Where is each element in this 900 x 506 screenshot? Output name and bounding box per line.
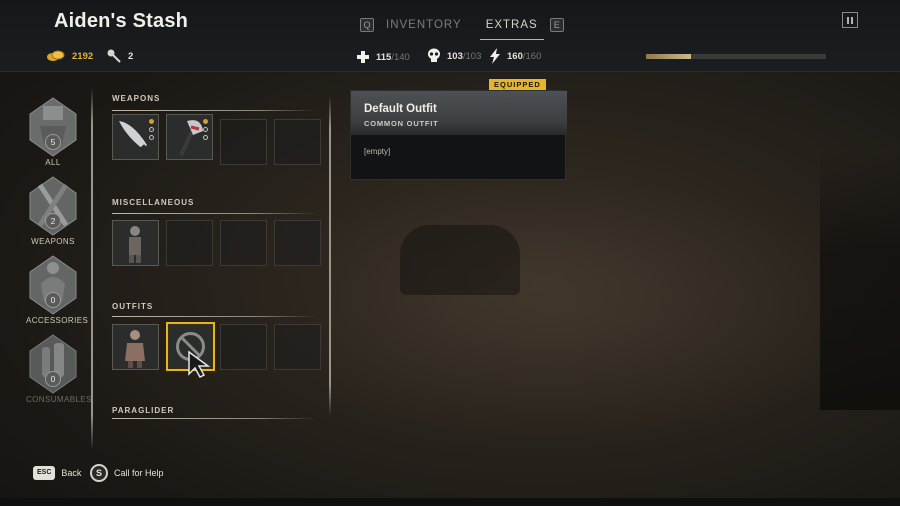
empty-slot[interactable] xyxy=(220,220,267,266)
outfit-character-icon xyxy=(125,330,145,368)
grid-scrollbar[interactable] xyxy=(329,96,331,416)
background-vehicle-silhouette xyxy=(400,225,520,295)
page-title: Aiden's Stash xyxy=(54,10,189,32)
empty-slot[interactable] xyxy=(220,324,267,370)
item-detail-title: Default Outfit xyxy=(364,103,437,115)
empty-slot[interactable] xyxy=(166,220,213,266)
gold-value: 2192 xyxy=(72,50,94,62)
immunity-stat: 103/103 xyxy=(427,48,481,64)
stamina-max: /160 xyxy=(522,50,542,62)
stamina-stat: 160/160 xyxy=(489,48,541,64)
health-cross-icon xyxy=(357,51,369,63)
empty-slot[interactable] xyxy=(274,220,321,266)
weapon-mod-slots xyxy=(203,119,208,140)
item-detail-description: [empty] xyxy=(364,147,391,156)
category-weapons-count: 2 xyxy=(45,213,61,229)
experience-bar xyxy=(646,54,826,59)
section-paraglider-divider xyxy=(112,418,317,419)
gold-stat: 2192 xyxy=(46,50,93,62)
weapon-mod-slots xyxy=(149,119,154,140)
s-key-icon: S xyxy=(90,464,108,482)
empty-slot[interactable] xyxy=(274,324,321,370)
pause-icon-bar-left xyxy=(847,16,849,24)
mouse-cursor-icon xyxy=(188,350,211,378)
esc-key-icon: ESC xyxy=(33,466,56,480)
category-weapons-label: WEAPONS xyxy=(31,237,75,246)
section-paraglider-title: PARAGLIDER xyxy=(112,406,175,415)
category-weapons-emblem: 2 xyxy=(26,175,80,237)
category-all[interactable]: 5 ALL xyxy=(26,96,80,167)
outfit-slot-default[interactable] xyxy=(112,324,159,370)
tab-next-key[interactable]: E xyxy=(549,18,564,32)
tab-inventory[interactable]: INVENTORY xyxy=(374,19,474,31)
section-weapons-divider xyxy=(112,110,317,111)
category-consumables-emblem: 0 xyxy=(26,333,80,395)
back-hint[interactable]: ESC Back xyxy=(33,466,81,480)
section-misc-title: MISCELLANEOUS xyxy=(112,198,195,207)
pause-button[interactable] xyxy=(842,12,858,28)
health-value: 115 xyxy=(376,51,392,63)
section-weapons-title: WEAPONS xyxy=(112,94,161,103)
top-bar: Aiden's Stash Q INVENTORY EXTRAS E 2192 … xyxy=(0,0,900,72)
gold-coins-icon xyxy=(47,50,65,61)
background-tree-silhouette xyxy=(820,150,900,410)
category-consumables-label: CONSUMABLES xyxy=(26,395,92,404)
immunity-max: /103 xyxy=(462,50,482,62)
health-stat: 115/140 xyxy=(356,50,410,64)
lockpick-icon xyxy=(107,49,121,63)
lightning-icon xyxy=(490,48,500,64)
empty-slot[interactable] xyxy=(274,119,321,165)
category-accessories-emblem: 0 xyxy=(26,254,80,316)
category-accessories-label: ACCESSORIES xyxy=(26,316,89,325)
tab-extras[interactable]: EXTRAS xyxy=(474,19,550,40)
misc-slot-figure[interactable] xyxy=(112,220,159,266)
section-outfits-title: OUTFITS xyxy=(112,302,154,311)
category-accessories-count: 0 xyxy=(45,292,61,308)
weapon-slot-machete[interactable] xyxy=(112,114,159,160)
stamina-value: 160 xyxy=(507,50,523,62)
section-misc-divider xyxy=(112,213,317,214)
weapon-slot-axe[interactable] xyxy=(166,114,213,160)
tab-bar: Q INVENTORY EXTRAS E xyxy=(360,13,564,40)
empty-slot[interactable] xyxy=(220,119,267,165)
category-weapons[interactable]: 2 WEAPONS xyxy=(26,175,80,246)
health-max: /140 xyxy=(391,51,410,63)
category-divider xyxy=(91,88,93,450)
pause-icon-bar-right xyxy=(851,16,853,24)
item-detail-rarity: COMMON OUTFIT xyxy=(364,119,439,128)
bottom-strip xyxy=(0,498,900,506)
lockpick-value: 2 xyxy=(128,50,134,62)
experience-bar-fill xyxy=(646,54,691,59)
skull-icon xyxy=(428,48,440,62)
call-for-help-label: Call for Help xyxy=(114,468,164,478)
section-outfits-divider xyxy=(112,316,317,317)
lockpick-stat: 2 xyxy=(106,48,133,64)
category-consumables[interactable]: 0 CONSUMABLES xyxy=(26,333,92,404)
category-accessories[interactable]: 0 ACCESSORIES xyxy=(26,254,89,325)
category-all-label: ALL xyxy=(45,158,61,167)
category-all-emblem: 5 xyxy=(26,96,80,158)
category-all-count: 5 xyxy=(45,134,61,150)
background-haze xyxy=(330,180,900,440)
item-detail-card: Default Outfit COMMON OUTFIT [empty] xyxy=(350,90,567,180)
immunity-value: 103 xyxy=(447,50,463,62)
figure-icon xyxy=(129,226,141,263)
equipped-badge: EQUIPPED xyxy=(489,79,546,90)
stats-row: 2192 2 115/140 103/103 160/160 xyxy=(0,47,900,67)
call-for-help-hint[interactable]: S Call for Help xyxy=(90,464,164,482)
category-consumables-count: 0 xyxy=(45,371,61,387)
back-label: Back xyxy=(61,468,82,478)
tab-prev-key[interactable]: Q xyxy=(360,18,374,32)
